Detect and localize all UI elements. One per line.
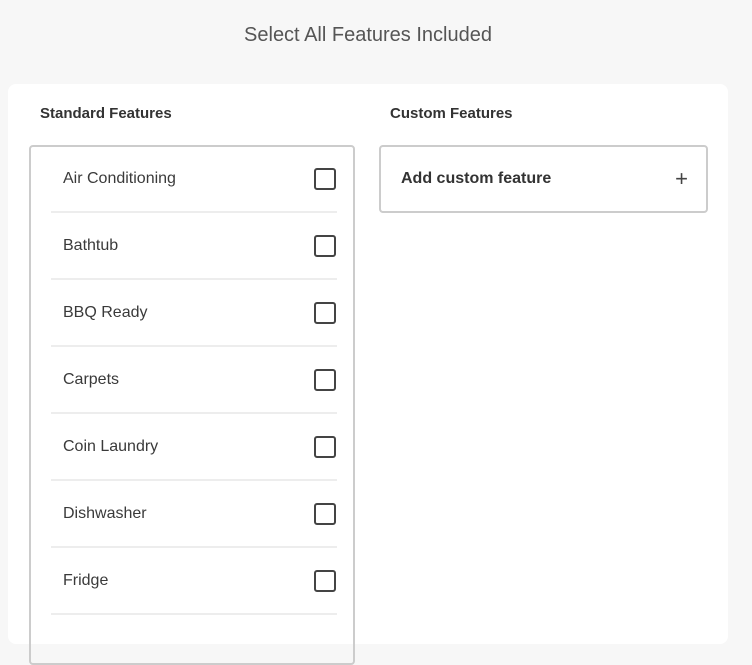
custom-features-heading: Custom Features (390, 105, 513, 122)
add-custom-feature-label: Add custom feature (401, 170, 552, 187)
feature-row-bathtub[interactable]: Bathtub (51, 214, 337, 280)
checkbox[interactable] (314, 168, 336, 190)
feature-label: Bathtub (63, 237, 119, 254)
checkbox[interactable] (314, 503, 336, 525)
features-card: Standard Features Custom Features Air Co… (8, 84, 728, 665)
feature-label: Carpets (63, 371, 120, 388)
checkbox[interactable] (314, 570, 336, 592)
feature-row-fridge[interactable]: Fridge (51, 549, 337, 615)
feature-row-air-conditioning[interactable]: Air Conditioning (51, 147, 337, 213)
checkbox[interactable] (314, 369, 336, 391)
add-custom-feature-button[interactable]: Add custom feature + (379, 145, 708, 213)
feature-label: Air Conditioning (63, 170, 176, 187)
plus-icon: + (675, 166, 688, 191)
feature-row-coin-laundry[interactable]: Coin Laundry (51, 415, 337, 481)
standard-features-heading: Standard Features (40, 105, 172, 122)
feature-label: Coin Laundry (63, 438, 159, 455)
feature-row-carpets[interactable]: Carpets (51, 348, 337, 414)
standard-features-list[interactable]: Air Conditioning Bathtub BBQ Ready Carpe… (29, 145, 355, 665)
feature-label: Fridge (63, 572, 109, 589)
checkbox[interactable] (314, 235, 336, 257)
feature-row-bbq-ready[interactable]: BBQ Ready (51, 281, 337, 347)
page-title: Select All Features Included (244, 24, 492, 46)
checkbox[interactable] (314, 436, 336, 458)
checkbox[interactable] (314, 302, 336, 324)
feature-label: BBQ Ready (63, 304, 148, 321)
feature-label: Dishwasher (63, 505, 147, 522)
feature-row-dishwasher[interactable]: Dishwasher (51, 482, 337, 548)
